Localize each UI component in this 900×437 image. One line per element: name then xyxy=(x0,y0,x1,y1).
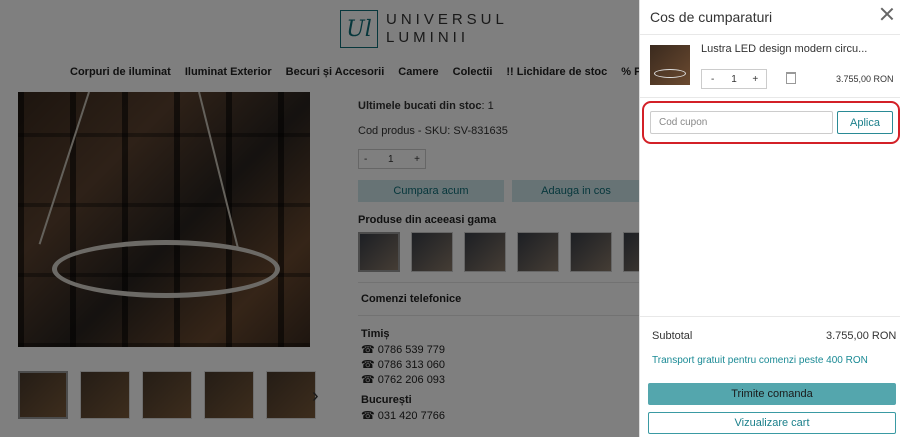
cart-item-name[interactable]: Lustra LED design modern circu... xyxy=(701,43,871,55)
cart-qty-value[interactable]: 1 xyxy=(723,74,744,85)
send-order-button[interactable]: Trimite comanda xyxy=(648,383,896,405)
coupon-input[interactable] xyxy=(650,111,833,134)
divider xyxy=(640,34,900,35)
subtotal-value: 3.755,00 RON xyxy=(826,330,897,342)
cart-drawer: Cos de cumparaturi Lustra LED design mod… xyxy=(639,0,900,437)
trash-icon[interactable] xyxy=(786,72,796,84)
modal-backdrop[interactable] xyxy=(0,0,640,437)
page: Ul UNIVERSUL LUMINII Corpuri de iluminat… xyxy=(0,0,900,437)
divider xyxy=(640,97,900,98)
cart-item-price: 3.755,00 RON xyxy=(836,74,894,84)
cart-quantity-stepper: - 1 + xyxy=(701,69,767,89)
apply-coupon-button[interactable]: Aplica xyxy=(837,111,893,134)
close-icon[interactable] xyxy=(880,7,894,21)
subtotal-label: Subtotal xyxy=(652,330,693,342)
cart-title: Cos de cumparaturi xyxy=(650,9,773,25)
cart-item-image[interactable] xyxy=(650,45,690,85)
divider xyxy=(640,316,900,317)
free-shipping-note: Transport gratuit pentru comenzi peste 4… xyxy=(652,355,868,366)
cart-qty-minus-button[interactable]: - xyxy=(702,74,723,85)
view-cart-button[interactable]: Vizualizare cart xyxy=(648,412,896,434)
cart-qty-plus-button[interactable]: + xyxy=(745,74,766,85)
